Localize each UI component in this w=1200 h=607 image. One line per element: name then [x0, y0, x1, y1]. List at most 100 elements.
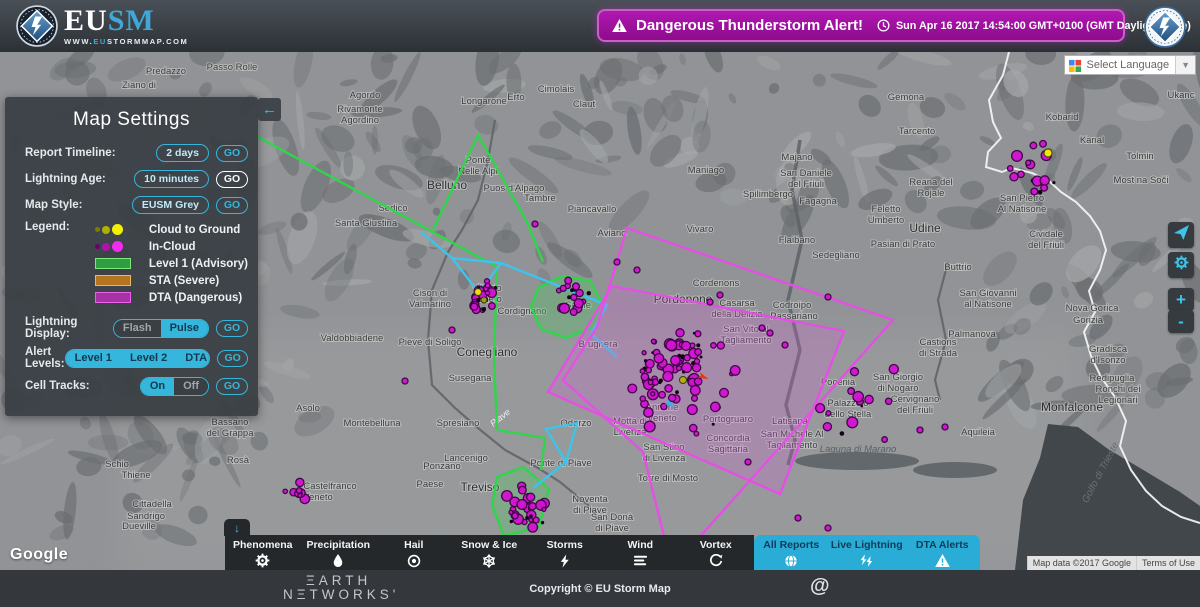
- language-selector[interactable]: Select Language ▼: [1063, 55, 1196, 75]
- toolbar-item-hail[interactable]: Hail: [376, 535, 452, 570]
- lightning-age-value[interactable]: 10 minutes: [134, 170, 209, 188]
- svg-text:di Strada: di Strada: [919, 348, 958, 359]
- google-logo: Google: [10, 546, 69, 563]
- svg-text:Agordo: Agordo: [350, 90, 381, 101]
- svg-text:al Natisone: al Natisone: [964, 299, 1012, 310]
- dangerous-thunderstorm-alert-banner[interactable]: Dangerous Thunderstorm Alert! Sun Apr 16…: [597, 9, 1191, 42]
- svg-text:Rivamonte: Rivamonte: [337, 104, 382, 115]
- eusm-title: EUSM: [64, 4, 155, 38]
- cell-tracks-option-off[interactable]: Off: [174, 377, 208, 395]
- footer-bar: ΞARTH NΞTWORKS' Copyright © EU Storm Map…: [0, 570, 1200, 607]
- svg-text:Castions: Castions: [920, 337, 957, 348]
- panel-collapse-button[interactable]: ←: [258, 98, 281, 121]
- alert-levels-toggle[interactable]: Level 1 Level 2 DTA: [64, 348, 211, 368]
- svg-text:Kobarid: Kobarid: [1046, 112, 1079, 123]
- legend-item: DTA (Dangerous): [94, 289, 242, 306]
- lightning-display-option-flash[interactable]: Flash: [113, 319, 161, 337]
- svg-text:Umberto: Umberto: [868, 215, 904, 226]
- toolbar-item-label: DTA Alerts: [915, 538, 969, 551]
- gear-icon: [255, 553, 270, 568]
- svg-text:Claut: Claut: [573, 99, 596, 110]
- svg-text:Legionari: Legionari: [1098, 395, 1137, 406]
- arrow-left-icon: ←: [262, 101, 277, 118]
- svg-text:Gemona: Gemona: [888, 92, 925, 103]
- cell-tracks-toggle[interactable]: On Off: [139, 376, 209, 396]
- svg-text:Monfalcone: Monfalcone: [1041, 400, 1103, 414]
- svg-text:Passo Rolle: Passo Rolle: [207, 62, 258, 73]
- alert-levels-option-dta[interactable]: DTA: [176, 349, 210, 367]
- toolbar-item-label: Vortex: [699, 538, 732, 551]
- legend-item: STA (Severe): [94, 272, 219, 289]
- svg-text:Thiene: Thiene: [121, 470, 150, 481]
- map-style-value[interactable]: EUSM Grey: [131, 196, 209, 214]
- lightning-display-go-button[interactable]: GO: [216, 319, 248, 337]
- eusm-badge-icon[interactable]: [1144, 6, 1186, 48]
- svg-text:Aquileia: Aquileia: [961, 427, 996, 438]
- legend-item: In-Cloud: [94, 238, 196, 255]
- svg-text:Cittadella: Cittadella: [132, 499, 172, 510]
- svg-text:Majano: Majano: [781, 152, 812, 163]
- toolbar-item-precipitation[interactable]: Precipitation: [301, 535, 377, 570]
- map-settings-button[interactable]: [1168, 252, 1194, 278]
- svg-text:di Piave: di Piave: [595, 523, 629, 534]
- toolbar-item-label: Wind: [627, 538, 654, 551]
- warning-icon: [934, 553, 950, 568]
- toolbar-item-label: All Reports: [763, 538, 820, 551]
- toolbar-collapse-button[interactable]: ↓: [224, 519, 250, 536]
- map-style-row: Map Style: EUSM Grey GO: [25, 195, 248, 215]
- svg-text:Predazzo: Predazzo: [146, 66, 186, 77]
- svg-text:di Nogaro: di Nogaro: [877, 383, 918, 394]
- lightning-display-option-pulse[interactable]: Pulse: [160, 319, 208, 337]
- svg-text:del Grappa: del Grappa: [206, 428, 254, 439]
- toolbar-item-live-lightning[interactable]: Live Lightning: [829, 535, 905, 570]
- svg-text:Nelle Alpi: Nelle Alpi: [458, 166, 498, 177]
- alert-levels-go-button[interactable]: GO: [217, 349, 248, 367]
- svg-text:Castelfranco: Castelfranco: [303, 481, 356, 492]
- terms-of-use-link[interactable]: Terms of Use: [1135, 556, 1200, 570]
- zoom-in-button[interactable]: +: [1168, 288, 1194, 311]
- svg-text:Rojale: Rojale: [918, 188, 945, 199]
- lightning-display-toggle[interactable]: Flash Pulse: [112, 318, 209, 338]
- snowflake-icon: [482, 553, 496, 568]
- eusm-subtitle: WWW.EUSTORMMAP.COM: [64, 37, 189, 47]
- svg-text:Kanal: Kanal: [1080, 135, 1104, 146]
- email-contact-icon[interactable]: @: [810, 575, 830, 598]
- svg-text:Reana del: Reana del: [909, 177, 952, 188]
- droplet-icon: [332, 553, 344, 568]
- toolbar-item-label: Hail: [404, 538, 424, 551]
- gear-icon: [1174, 255, 1189, 275]
- svg-text:Laguna di Marano: Laguna di Marano: [820, 444, 897, 455]
- map-style-go-button[interactable]: GO: [216, 196, 248, 214]
- cell-tracks-go-button[interactable]: GO: [216, 377, 248, 395]
- toolbar-item-wind[interactable]: Wind: [603, 535, 679, 570]
- svg-text:Cimolais: Cimolais: [538, 84, 575, 95]
- alert-levels-option-level-1[interactable]: Level 1: [65, 349, 121, 367]
- chevron-down-icon[interactable]: ▼: [1175, 56, 1195, 74]
- report-timeline-go-button[interactable]: GO: [216, 144, 248, 162]
- lightning-age-go-button[interactable]: GO: [216, 170, 248, 188]
- svg-text:Fagagna: Fagagna: [799, 196, 837, 207]
- alert-levels-option-level-2[interactable]: Level 2: [120, 349, 177, 367]
- svg-text:Sedegliano: Sedegliano: [812, 250, 860, 261]
- toolbar-item-phenomena[interactable]: Phenomena: [225, 535, 301, 570]
- toolbar-item-snow-ice[interactable]: Snow & Ice: [452, 535, 528, 570]
- svg-text:Valdobbiadene: Valdobbiadene: [321, 333, 384, 344]
- eusm-logo[interactable]: EUSM WWW.EUSTORMMAP.COM: [16, 5, 188, 47]
- zoom-out-button[interactable]: -: [1168, 310, 1194, 333]
- alert-title: Dangerous Thunderstorm Alert!: [636, 17, 863, 34]
- share-button[interactable]: [1168, 222, 1194, 248]
- vortex-icon: [709, 553, 723, 568]
- toolbar-item-storms[interactable]: Storms: [527, 535, 603, 570]
- svg-text:Erto: Erto: [507, 92, 524, 103]
- svg-text:Cordenons: Cordenons: [693, 278, 740, 289]
- svg-text:d'Isonzo: d'Isonzo: [1090, 355, 1125, 366]
- report-timeline-row: Report Timeline: 2 days GO: [25, 143, 248, 163]
- toolbar-item-vortex[interactable]: Vortex: [678, 535, 754, 570]
- cell-tracks-option-on[interactable]: On: [140, 377, 175, 395]
- toolbar-item-dta-alerts[interactable]: DTA Alerts: [905, 535, 981, 570]
- toolbar-item-all-reports[interactable]: All Reports: [754, 535, 830, 570]
- lightning-display-row: Lightning Display: Flash Pulse GO: [25, 316, 248, 340]
- minus-icon: -: [1178, 312, 1184, 331]
- report-timeline-value[interactable]: 2 days: [156, 144, 209, 162]
- svg-text:Spresiano: Spresiano: [437, 418, 480, 429]
